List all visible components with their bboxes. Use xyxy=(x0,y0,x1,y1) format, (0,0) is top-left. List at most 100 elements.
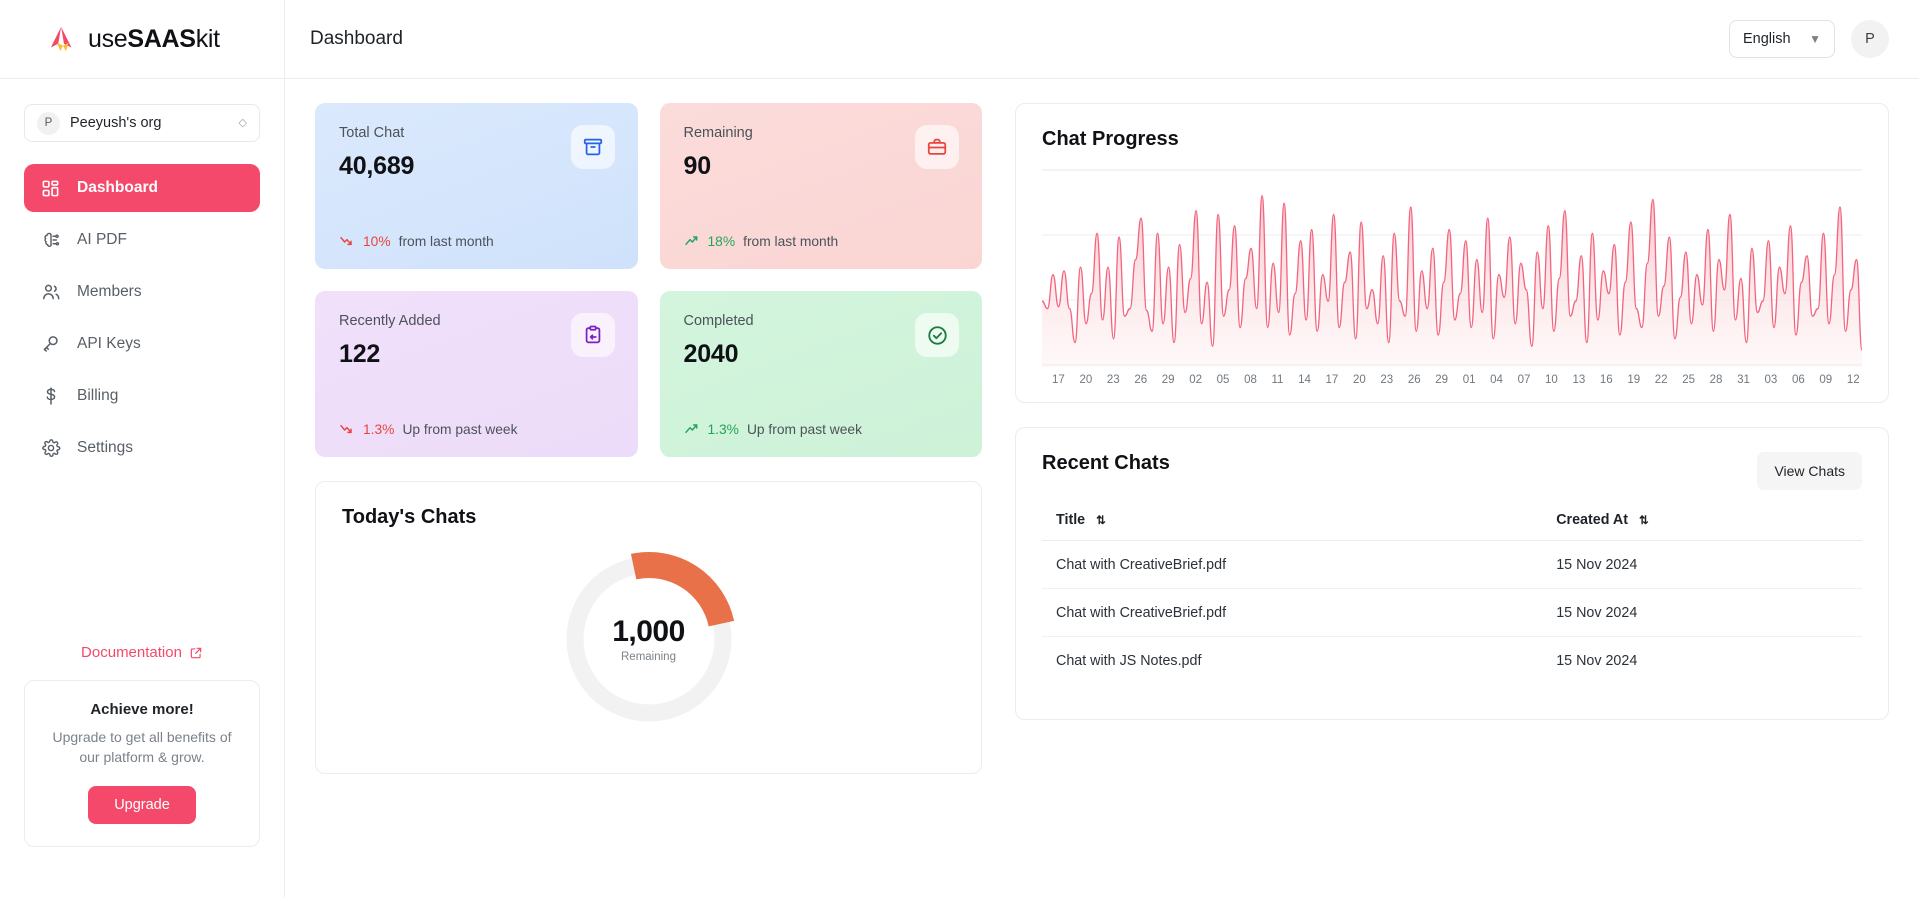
dollar-icon xyxy=(40,386,61,407)
x-tick-label: 19 xyxy=(1627,374,1640,386)
donut-chart: 1,000 Remaining xyxy=(560,550,738,728)
language-select[interactable]: English ▼ xyxy=(1729,20,1835,58)
dashboard-app: useSAASkit P Peeyush's org ◇ Dashboard xyxy=(0,0,1919,897)
x-tick-label: 07 xyxy=(1518,374,1531,386)
todays-chats-title: Today's Chats xyxy=(342,506,955,529)
sidebar-item-api-keys[interactable]: API Keys xyxy=(24,320,260,368)
stat-trend-pct: 10% xyxy=(363,234,391,249)
cell-title: Chat with CreativeBrief.pdf xyxy=(1042,541,1542,589)
right-column: Chat Progress xyxy=(1015,103,1889,774)
documentation-label: Documentation xyxy=(81,644,182,661)
x-tick-label: 06 xyxy=(1792,374,1805,386)
stat-card-recently-added: Recently Added 122 1.3% Up from past wee… xyxy=(315,291,638,457)
cell-title: Chat with CreativeBrief.pdf xyxy=(1042,589,1542,637)
x-tick-label: 03 xyxy=(1765,374,1778,386)
sidebar-item-members[interactable]: Members xyxy=(24,268,260,316)
topbar: Dashboard English ▼ P xyxy=(285,0,1919,79)
org-switcher[interactable]: P Peeyush's org ◇ xyxy=(24,104,260,142)
x-tick-label: 23 xyxy=(1380,374,1393,386)
x-tick-label: 26 xyxy=(1408,374,1421,386)
upgrade-button[interactable]: Upgrade xyxy=(88,786,196,824)
external-link-icon xyxy=(189,646,203,660)
check-circle-icon xyxy=(926,324,949,347)
page-title: Dashboard xyxy=(310,28,403,50)
chat-progress-chart xyxy=(1042,167,1862,367)
x-tick-label: 20 xyxy=(1353,374,1366,386)
clipboard-icon xyxy=(582,324,604,346)
upgrade-title: Achieve more! xyxy=(43,701,241,718)
dashboard-grid: Total Chat 40,689 10% from last month xyxy=(315,103,1889,774)
brand-prefix: use xyxy=(88,25,127,53)
org-avatar: P xyxy=(37,112,60,135)
stat-trend-pct: 1.3% xyxy=(708,422,739,437)
trend-up-icon xyxy=(684,421,700,437)
stat-badge xyxy=(571,313,615,357)
stat-trend-text: Up from past week xyxy=(747,422,862,437)
x-tick-label: 02 xyxy=(1189,374,1202,386)
stat-trend-text: from last month xyxy=(399,234,494,249)
x-tick-label: 31 xyxy=(1737,374,1750,386)
trend-down-icon xyxy=(339,421,355,437)
sidebar-item-label: Billing xyxy=(77,387,118,405)
sidebar-item-settings[interactable]: Settings xyxy=(24,424,260,472)
grid-icon xyxy=(40,178,61,199)
sort-icon[interactable]: ⇅ xyxy=(1639,515,1649,527)
table-row[interactable]: Chat with CreativeBrief.pdf15 Nov 2024 xyxy=(1042,541,1862,589)
stat-badge xyxy=(915,313,959,357)
table-row[interactable]: Chat with JS Notes.pdf15 Nov 2024 xyxy=(1042,637,1862,685)
archive-icon xyxy=(582,136,604,158)
upgrade-card: Achieve more! Upgrade to get all benefit… xyxy=(24,680,260,847)
sidebar-item-ai-pdf[interactable]: AI PDF xyxy=(24,216,260,264)
sidebar-item-label: Members xyxy=(77,283,142,301)
column-label: Title xyxy=(1056,512,1085,528)
view-chats-button[interactable]: View Chats xyxy=(1757,452,1862,490)
cell-created-at: 15 Nov 2024 xyxy=(1542,637,1862,685)
sidebar-item-dashboard[interactable]: Dashboard xyxy=(24,164,260,212)
main-area: Dashboard English ▼ P Total Chat 40,689 xyxy=(285,0,1919,897)
stat-card-remaining: Remaining 90 18% from last month xyxy=(660,103,983,269)
todays-chats-panel: Today's Chats 1,000 Remaining xyxy=(315,481,982,774)
avatar[interactable]: P xyxy=(1851,20,1889,58)
x-tick-label: 22 xyxy=(1655,374,1668,386)
x-tick-label: 29 xyxy=(1435,374,1448,386)
sidebar-item-label: Dashboard xyxy=(77,179,158,197)
chevron-down-icon: ▼ xyxy=(1809,32,1821,46)
cell-created-at: 15 Nov 2024 xyxy=(1542,589,1862,637)
sort-icon[interactable]: ⇅ xyxy=(1096,515,1106,527)
x-tick-label: 29 xyxy=(1162,374,1175,386)
stat-badge xyxy=(915,125,959,169)
donut-sublabel: Remaining xyxy=(621,651,676,663)
key-icon xyxy=(40,334,61,355)
sidebar-item-label: Settings xyxy=(77,439,133,457)
logo-mark-icon xyxy=(48,24,78,54)
brain-icon xyxy=(40,230,61,251)
org-name: Peeyush's org xyxy=(70,115,229,131)
donut-value: 1,000 xyxy=(612,615,685,649)
dashboard-content: Total Chat 40,689 10% from last month xyxy=(285,79,1919,897)
chevron-updown-icon: ◇ xyxy=(239,118,247,129)
area-chart-svg xyxy=(1042,167,1862,367)
x-tick-label: 09 xyxy=(1819,374,1832,386)
x-tick-label: 28 xyxy=(1710,374,1723,386)
cell-created-at: 15 Nov 2024 xyxy=(1542,541,1862,589)
stat-trend-text: Up from past week xyxy=(402,422,517,437)
x-tick-label: 12 xyxy=(1847,374,1860,386)
x-tick-label: 20 xyxy=(1079,374,1092,386)
sidebar-nav: Dashboard AI PDF xyxy=(0,164,284,472)
table-row[interactable]: Chat with CreativeBrief.pdf15 Nov 2024 xyxy=(1042,589,1862,637)
stat-trend: 1.3% Up from past week xyxy=(684,421,959,437)
x-tick-label: 14 xyxy=(1298,374,1311,386)
documentation-link[interactable]: Documentation xyxy=(0,644,284,661)
brand-logo[interactable]: useSAASkit xyxy=(0,0,284,79)
sidebar-item-billing[interactable]: Billing xyxy=(24,372,260,420)
recent-chats-panel: Recent Chats View Chats Title ⇅ xyxy=(1015,427,1889,720)
recent-chats-table: Title ⇅ Created At ⇅ Chat with Creati xyxy=(1042,512,1862,684)
trend-down-icon xyxy=(339,233,355,249)
stat-badge xyxy=(571,125,615,169)
stat-card-total-chat: Total Chat 40,689 10% from last month xyxy=(315,103,638,269)
sidebar-item-label: AI PDF xyxy=(77,231,127,249)
table-head: Title ⇅ Created At ⇅ xyxy=(1042,512,1862,541)
x-tick-label: 05 xyxy=(1217,374,1230,386)
stat-trend: 1.3% Up from past week xyxy=(339,421,614,437)
column-label: Created At xyxy=(1556,512,1628,528)
